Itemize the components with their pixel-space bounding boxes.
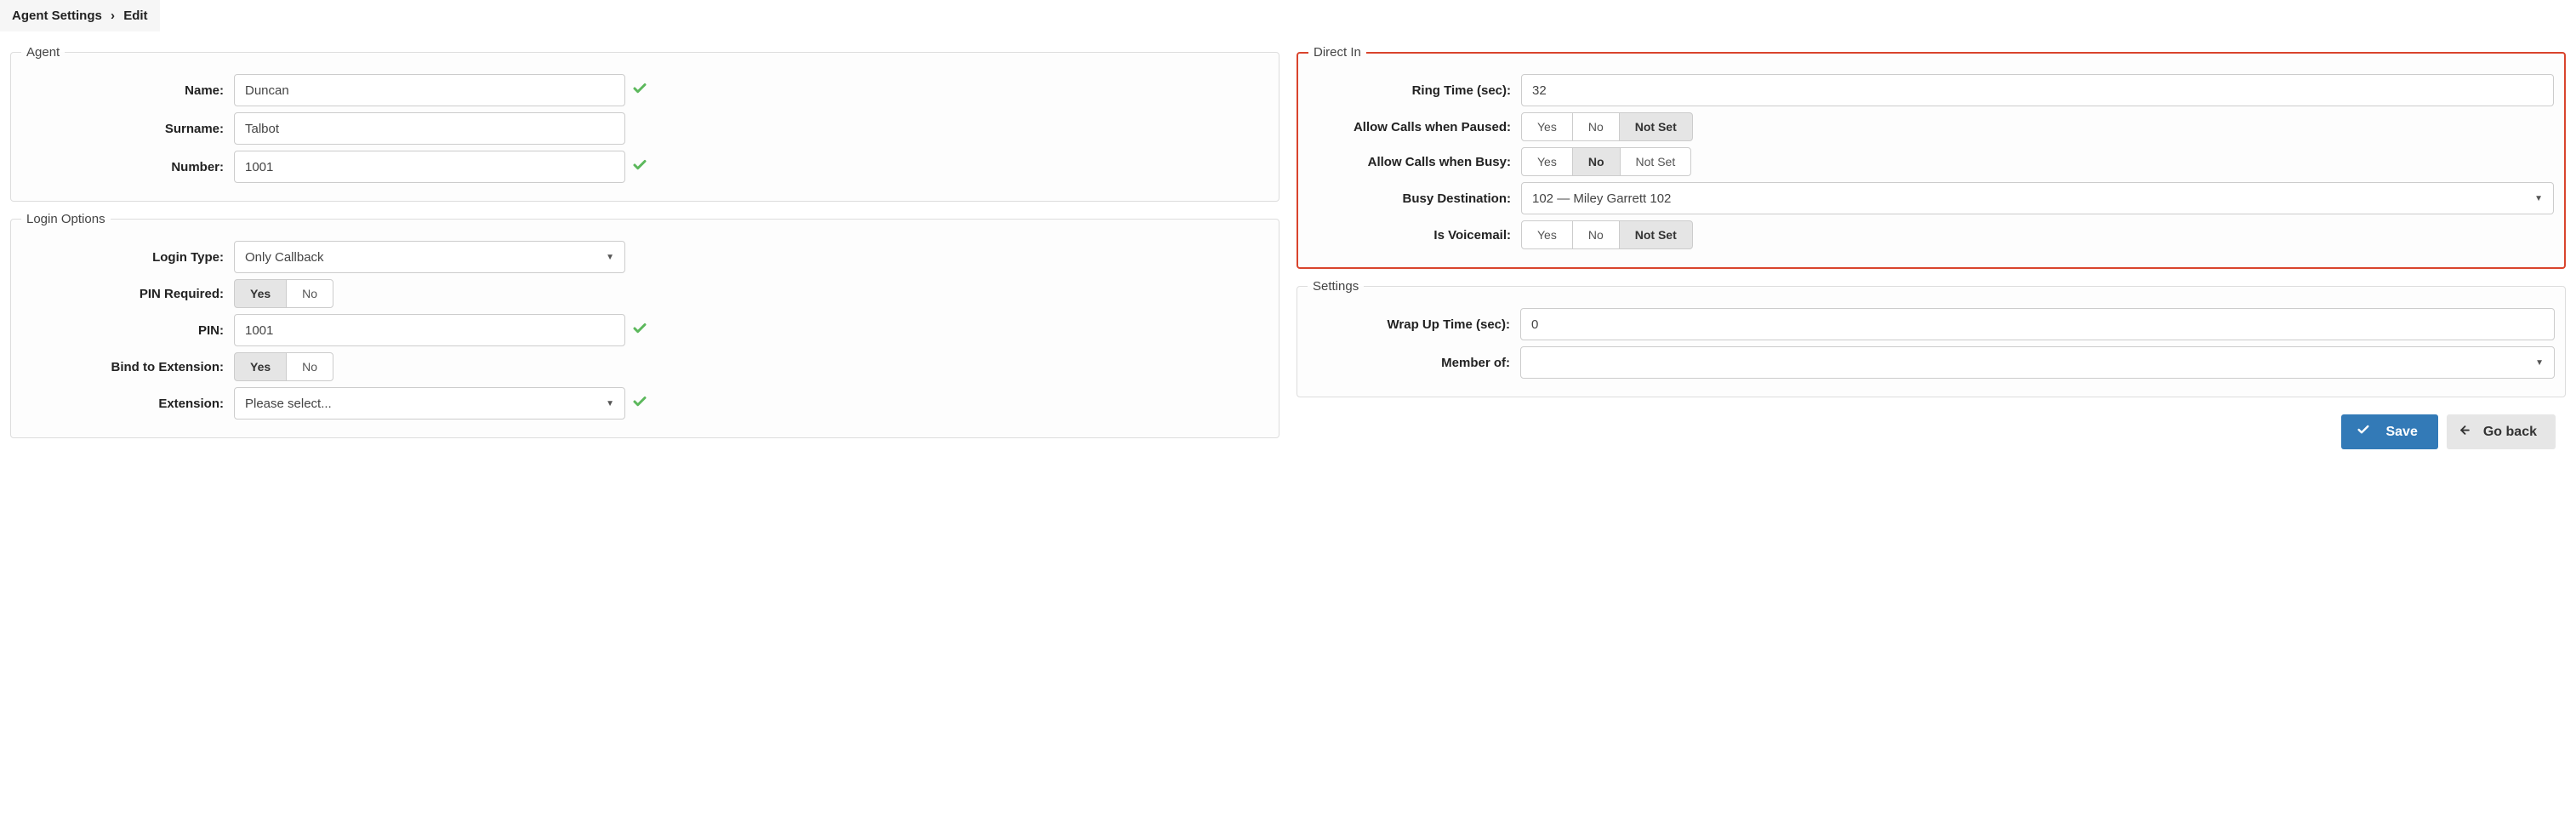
- save-button[interactable]: Save: [2341, 414, 2437, 449]
- pin-required-no[interactable]: No: [286, 279, 333, 308]
- legend-login-options: Login Options: [21, 212, 111, 226]
- arrow-left-icon: [2459, 424, 2471, 441]
- allow-paused-no[interactable]: No: [1572, 112, 1620, 141]
- allow-busy-yes[interactable]: Yes: [1521, 147, 1573, 176]
- breadcrumb-current: Edit: [123, 9, 147, 23]
- label-pin: PIN:: [21, 323, 234, 338]
- label-member-of: Member of:: [1308, 356, 1520, 370]
- allow-busy-no[interactable]: No: [1572, 147, 1621, 176]
- bind-ext-no[interactable]: No: [286, 352, 333, 381]
- label-number: Number:: [21, 160, 234, 174]
- chevron-down-icon: ▼: [606, 253, 614, 262]
- label-pin-required: PIN Required:: [21, 287, 234, 301]
- allow-busy-toggle: Yes No Not Set: [1521, 147, 1691, 176]
- is-voicemail-yes[interactable]: Yes: [1521, 220, 1573, 249]
- chevron-right-icon: ›: [111, 9, 115, 23]
- label-busy-dest: Busy Destination:: [1308, 191, 1521, 206]
- go-back-label: Go back: [2483, 425, 2537, 440]
- pin-required-yes[interactable]: Yes: [234, 279, 287, 308]
- chevron-down-icon: ▼: [2535, 358, 2544, 368]
- allow-paused-yes[interactable]: Yes: [1521, 112, 1573, 141]
- legend-settings: Settings: [1308, 279, 1364, 294]
- login-type-value: Only Callback: [245, 250, 324, 265]
- label-bind-ext: Bind to Extension:: [21, 360, 234, 374]
- member-of-select[interactable]: ▼: [1520, 346, 2555, 379]
- allow-paused-notset[interactable]: Not Set: [1619, 112, 1693, 141]
- breadcrumb-parent[interactable]: Agent Settings: [12, 9, 102, 23]
- check-icon: [632, 321, 647, 340]
- login-type-select[interactable]: Only Callback ▼: [234, 241, 625, 273]
- label-name: Name:: [21, 83, 234, 98]
- busy-dest-select[interactable]: 102 — Miley Garrett 102 ▼: [1521, 182, 2554, 214]
- allow-paused-toggle: Yes No Not Set: [1521, 112, 1693, 141]
- check-icon: [632, 394, 647, 413]
- bind-ext-yes[interactable]: Yes: [234, 352, 287, 381]
- is-voicemail-toggle: Yes No Not Set: [1521, 220, 1693, 249]
- fieldset-settings: Settings Wrap Up Time (sec): Member of: …: [1297, 279, 2566, 397]
- label-allow-paused: Allow Calls when Paused:: [1308, 120, 1521, 134]
- label-login-type: Login Type:: [21, 250, 234, 265]
- save-label: Save: [2385, 425, 2417, 440]
- label-is-voicemail: Is Voicemail:: [1308, 228, 1521, 243]
- check-icon: [2357, 423, 2370, 441]
- fieldset-agent: Agent Name: Surname: Number:: [10, 45, 1279, 202]
- is-voicemail-no[interactable]: No: [1572, 220, 1620, 249]
- extension-value: Please select...: [245, 397, 332, 411]
- label-allow-busy: Allow Calls when Busy:: [1308, 155, 1521, 169]
- go-back-button[interactable]: Go back: [2447, 414, 2556, 449]
- check-icon: [632, 157, 647, 176]
- busy-dest-value: 102 — Miley Garrett 102: [1532, 191, 1671, 206]
- wrapup-input[interactable]: [1520, 308, 2555, 340]
- surname-input[interactable]: [234, 112, 625, 145]
- label-wrapup: Wrap Up Time (sec):: [1308, 317, 1520, 332]
- ring-time-input[interactable]: [1521, 74, 2554, 106]
- extension-select[interactable]: Please select... ▼: [234, 387, 625, 420]
- chevron-down-icon: ▼: [2534, 194, 2543, 203]
- chevron-down-icon: ▼: [606, 399, 614, 408]
- label-ring-time: Ring Time (sec):: [1308, 83, 1521, 98]
- allow-busy-notset[interactable]: Not Set: [1620, 147, 1692, 176]
- pin-input[interactable]: [234, 314, 625, 346]
- number-input[interactable]: [234, 151, 625, 183]
- label-extension: Extension:: [21, 397, 234, 411]
- pin-required-toggle: Yes No: [234, 279, 333, 308]
- fieldset-direct-in: Direct In Ring Time (sec): Allow Calls w…: [1297, 45, 2566, 269]
- is-voicemail-notset[interactable]: Not Set: [1619, 220, 1693, 249]
- check-icon: [632, 81, 647, 100]
- label-surname: Surname:: [21, 122, 234, 136]
- breadcrumb: Agent Settings › Edit: [0, 0, 160, 31]
- fieldset-login-options: Login Options Login Type: Only Callback …: [10, 212, 1279, 438]
- bind-ext-toggle: Yes No: [234, 352, 333, 381]
- legend-direct-in: Direct In: [1308, 45, 1366, 60]
- footer-actions: Save Go back: [1297, 408, 2566, 461]
- name-input[interactable]: [234, 74, 625, 106]
- legend-agent: Agent: [21, 45, 65, 60]
